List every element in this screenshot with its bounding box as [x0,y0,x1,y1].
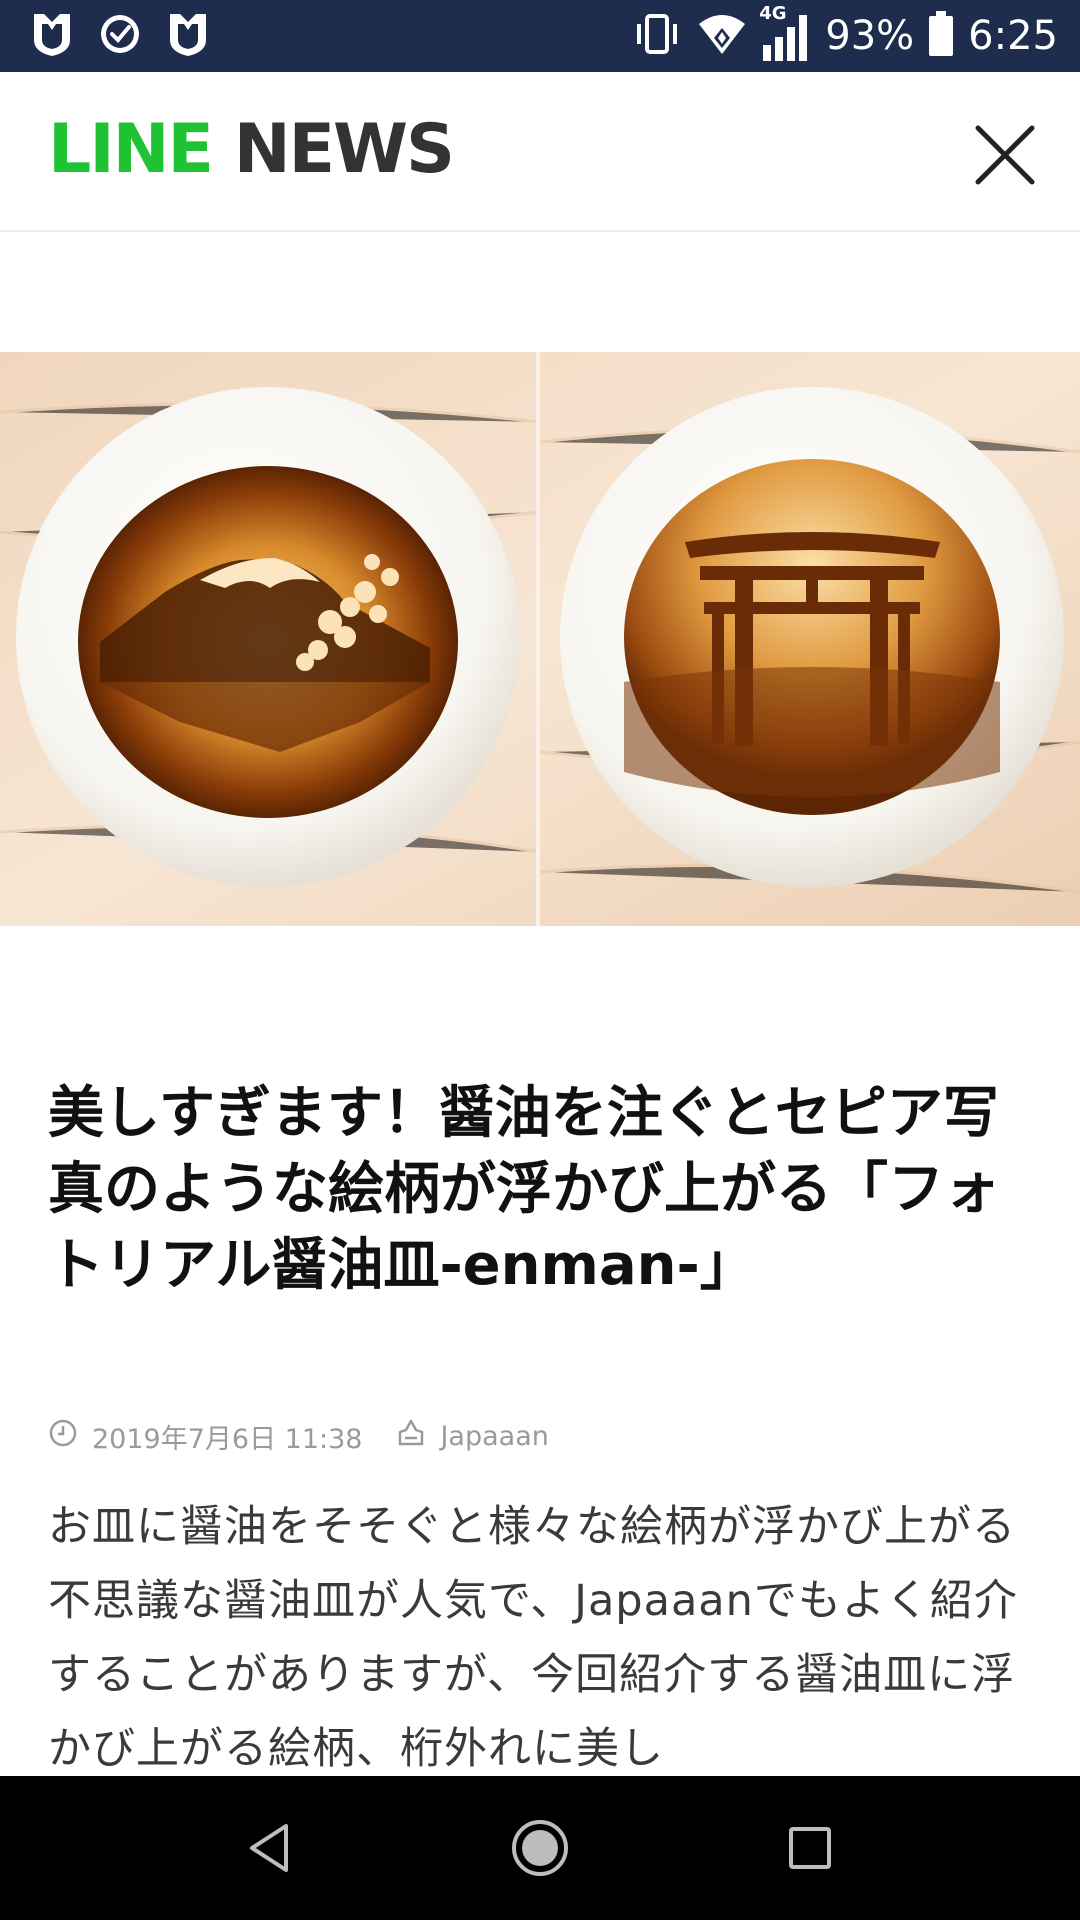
article-source[interactable]: Japaaan [440,1421,548,1452]
back-button[interactable] [240,1816,304,1880]
logo-news-text: NEWS [233,110,455,189]
status-bar: 4G 93% 6:25 [0,0,1080,72]
app-header: LINE NEWS [0,72,1080,232]
article-body: お皿に醤油をそそぐと様々な絵柄が浮かび上がる不思議な醤油皿が人気で、Japaaa… [48,1502,1018,1774]
article-hero-image[interactable] [0,352,1080,926]
close-button[interactable] [970,120,1040,190]
clock: 6:25 [968,13,1058,59]
wifi-icon [697,12,747,60]
home-button[interactable] [508,1816,572,1880]
home-icon [512,1820,568,1876]
recents-icon [789,1827,831,1869]
check-circle-icon [98,12,142,60]
navigation-bar [0,1776,1080,1920]
recents-button[interactable] [778,1816,842,1880]
battery-percentage: 93% [825,13,915,59]
battery-icon [928,11,954,61]
clock-icon [48,1418,78,1455]
line-news-logo: LINE NEWS [48,116,455,184]
back-icon [250,1824,288,1872]
article-date: 2019年7月6日 11:38 [92,1423,363,1455]
shield-icon [166,10,210,62]
signal-icon: 4G [759,3,811,61]
article-title: 美しすぎます！醤油を注ぐとセピア写真のような絵柄が浮かび上がる「フォトリアル醤油… [48,1081,1000,1298]
soy-sauce-dishes-photo [0,352,1080,926]
source-icon [396,1418,426,1455]
article-meta: 2019年7月6日 11:38 Japaaan [48,1412,549,1460]
vibrate-icon [631,12,683,60]
logo-line-text: LINE [48,110,214,189]
close-icon [975,125,1035,185]
shield-icon [30,10,74,62]
